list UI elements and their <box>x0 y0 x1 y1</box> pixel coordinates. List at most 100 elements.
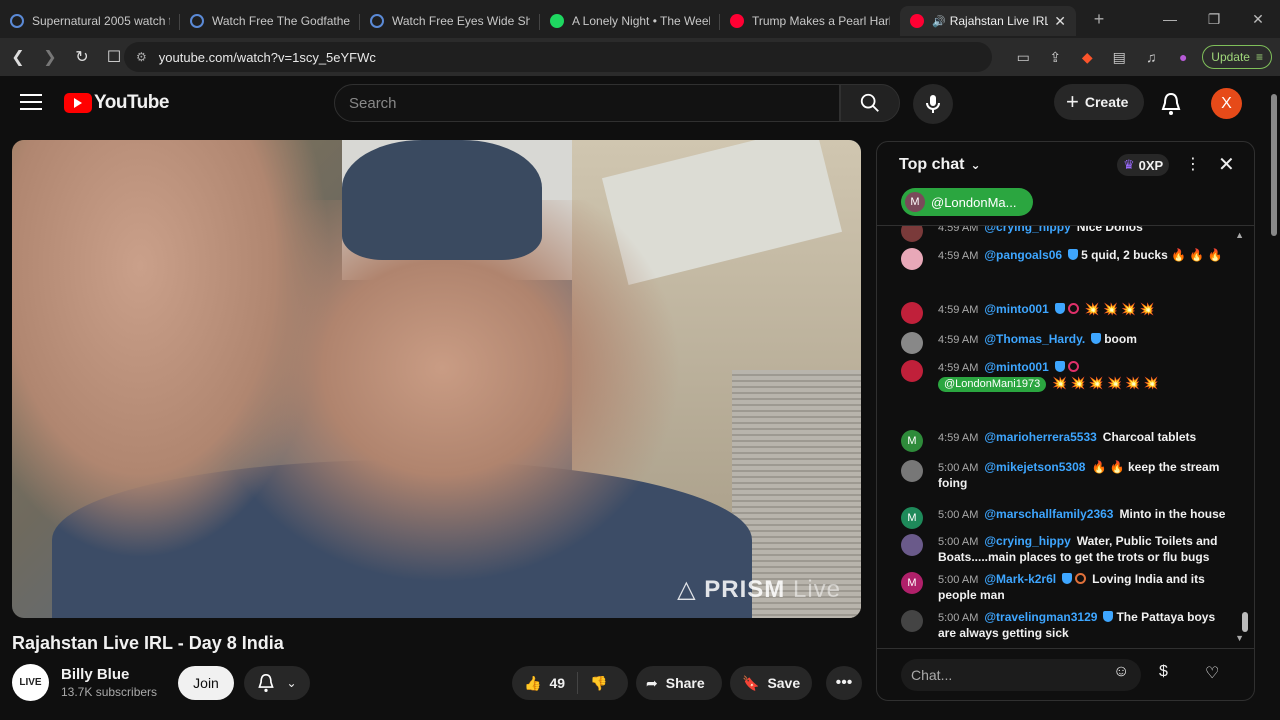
chevron-down-icon: ⌄ <box>970 158 981 172</box>
chat-avatar: M <box>901 507 923 529</box>
message-time: 4:59 AM <box>938 362 979 374</box>
message-user[interactable]: @pangoals06 <box>984 248 1062 262</box>
site-settings-icon[interactable]: ⚙ <box>136 50 147 64</box>
message-text: Charcoal tablets <box>1102 430 1197 444</box>
browser-tab[interactable]: Watch Free The Godfather <box>180 6 360 36</box>
xp-badge[interactable]: ♛ 0XP <box>1117 154 1170 176</box>
message-user[interactable]: @Thomas_Hardy. <box>984 332 1085 346</box>
chat-message-list[interactable]: 4:59 AM @crying_hippy Nice Donos 4:59 AM @p… <box>877 226 1254 648</box>
chat-header: Top chat ⌄ ♛ 0XP ⋮ ✕ M @LondonMa... <box>877 142 1254 226</box>
browser-tab[interactable]: Watch Free Eyes Wide Shu <box>360 6 540 36</box>
channel-name[interactable]: Billy Blue <box>61 666 157 683</box>
message-user[interactable]: @minto001 <box>984 302 1048 316</box>
chat-message: 4:59 AM @crying_hippy Nice Donos <box>901 226 1231 242</box>
minimize-icon[interactable]: — <box>1148 11 1192 27</box>
chat-scrollbar[interactable] <box>1242 612 1248 632</box>
message-user[interactable]: @minto001 <box>984 360 1048 374</box>
audio-playing-icon[interactable]: 🔊 <box>932 15 946 28</box>
join-button[interactable]: Join <box>178 666 234 700</box>
message-user[interactable]: @marschallfamily2363 <box>984 507 1113 521</box>
url-bar[interactable]: ⚙ youtube.com/watch?v=1scy_5eYFWc <box>124 42 992 72</box>
subscription-bell-button[interactable]: ⌄ <box>244 666 310 700</box>
chat-message: 4:59 AM @Thomas_Hardy. boom <box>901 332 1231 354</box>
tab-title: Trump Makes a Pearl Harb <box>752 14 890 28</box>
youtube-logo[interactable]: YouTube <box>64 92 169 114</box>
youtube-favicon-icon <box>910 14 924 28</box>
menu-icon: ≡ <box>1255 50 1263 64</box>
heart-icon[interactable]: ♡ <box>1205 663 1219 683</box>
media-icon[interactable]: ♫ <box>1138 49 1164 65</box>
save-button[interactable]: 🔖 Save <box>730 666 812 700</box>
account-avatar[interactable]: X <box>1211 88 1242 119</box>
reload-icon[interactable]: ↻ <box>68 47 96 67</box>
message-text: 5 quid, 2 bucks 🔥 🔥 🔥 <box>1081 248 1223 262</box>
crown-icon: ♛ <box>1123 157 1135 172</box>
hamburger-menu-icon[interactable] <box>20 94 42 115</box>
pinned-donation-pill[interactable]: M @LondonMa... <box>901 188 1033 216</box>
emoji-icon[interactable]: ☺ <box>1113 663 1129 681</box>
close-chat-icon[interactable]: ✕ <box>1218 152 1235 177</box>
back-icon[interactable]: ❮ <box>4 47 32 67</box>
channel-avatar[interactable]: LIVE <box>12 663 49 701</box>
message-user[interactable]: @mikejetson5308 <box>984 460 1085 474</box>
subscriber-count: 13.7K subscribers <box>61 684 158 699</box>
share-page-icon[interactable]: ⇪ <box>1042 49 1068 66</box>
dislike-button[interactable]: 👎 <box>578 675 619 692</box>
tab-favicon-icon <box>370 14 384 28</box>
more-actions-icon[interactable]: ••• <box>826 666 862 700</box>
message-user[interactable]: @travelingman3129 <box>984 610 1097 624</box>
extension-icon[interactable]: ● <box>1170 49 1196 65</box>
message-user[interactable]: @crying_hippy <box>984 534 1070 548</box>
chat-scroll-down-icon[interactable]: ▼ <box>1235 633 1244 643</box>
youtube-wordmark: YouTube <box>94 92 169 113</box>
share-icon: ➦ <box>646 674 658 691</box>
search-button[interactable] <box>840 84 900 122</box>
browser-tab[interactable]: Supernatural 2005 watch fr <box>0 6 180 36</box>
brave-shields-icon[interactable]: ◆ <box>1074 49 1100 66</box>
tab-title: Supernatural 2005 watch fr <box>32 14 170 28</box>
reader-mode-icon[interactable]: ▤ <box>1106 49 1132 66</box>
like-button[interactable]: 👍 49 <box>512 672 579 694</box>
browser-tab[interactable]: Trump Makes a Pearl Harb <box>720 6 900 36</box>
mention-pill[interactable]: @LondonMani1973 <box>938 377 1047 392</box>
share-button[interactable]: ➦ Share <box>636 666 722 700</box>
close-window-icon[interactable]: ✕ <box>1236 11 1280 28</box>
member-badge-icon <box>1067 303 1079 314</box>
super-chat-icon[interactable]: $ <box>1159 663 1168 681</box>
notifications-bell-icon[interactable] <box>1160 92 1182 121</box>
bell-icon <box>258 673 275 692</box>
update-button[interactable]: Update ≡ <box>1202 45 1272 69</box>
browser-tab[interactable]: A Lonely Night • The Week <box>540 6 720 36</box>
page-scrollbar[interactable] <box>1268 76 1280 720</box>
message-user[interactable]: @crying_hippy <box>984 226 1070 234</box>
search-input[interactable]: Search <box>334 84 840 122</box>
chat-input[interactable]: Chat... <box>901 659 1141 691</box>
new-tab-button[interactable]: + <box>1084 9 1114 30</box>
install-app-icon[interactable]: ▭ <box>1010 49 1036 66</box>
forward-icon[interactable]: ❯ <box>36 47 64 67</box>
youtube-favicon-icon <box>730 14 744 28</box>
voice-search-button[interactable] <box>913 84 953 124</box>
like-count: 49 <box>549 675 566 691</box>
verified-badge-icon <box>1054 361 1065 372</box>
chat-mode-selector[interactable]: Top chat ⌄ <box>899 156 981 174</box>
create-button[interactable]: + Create <box>1054 84 1145 120</box>
message-user[interactable]: @marioherrera5533 <box>984 430 1096 444</box>
member-badge-icon <box>1067 361 1079 372</box>
live-chat-panel: Top chat ⌄ ♛ 0XP ⋮ ✕ M @LondonMa... 4:59 AM… <box>876 141 1255 701</box>
restore-icon[interactable]: ❐ <box>1192 11 1236 28</box>
message-text: Water, Public Toilets and Boats.....main… <box>938 534 1218 564</box>
chat-more-icon[interactable]: ⋮ <box>1185 154 1201 174</box>
message-user[interactable]: @Mark-k2r6l <box>984 572 1056 586</box>
toolbar-right: ▭ ⇪ ◆ ▤ ♫ ● Update ≡ <box>1010 42 1272 72</box>
tab-close-icon[interactable]: ✕ <box>1054 13 1066 30</box>
chat-message: 5:00 AM @mikejetson5308 🔥 🔥 keep the strea… <box>901 460 1231 491</box>
chat-message: M 4:59 AM @marioherrera5533 Charcoal table… <box>901 430 1231 452</box>
verified-badge-icon <box>1103 611 1114 622</box>
microphone-icon <box>926 95 940 113</box>
chat-scroll-up-icon[interactable]: ▲ <box>1235 230 1244 240</box>
video-player[interactable]: △ PRISM Live <box>12 140 861 618</box>
video-frame-hand <box>12 140 332 560</box>
browser-tab-active[interactable]: 🔊 Rajahstan Live IRL ✕ <box>900 6 1076 36</box>
chat-message: 4:59 AM @minto001 💥 💥 💥 💥 <box>901 302 1231 324</box>
